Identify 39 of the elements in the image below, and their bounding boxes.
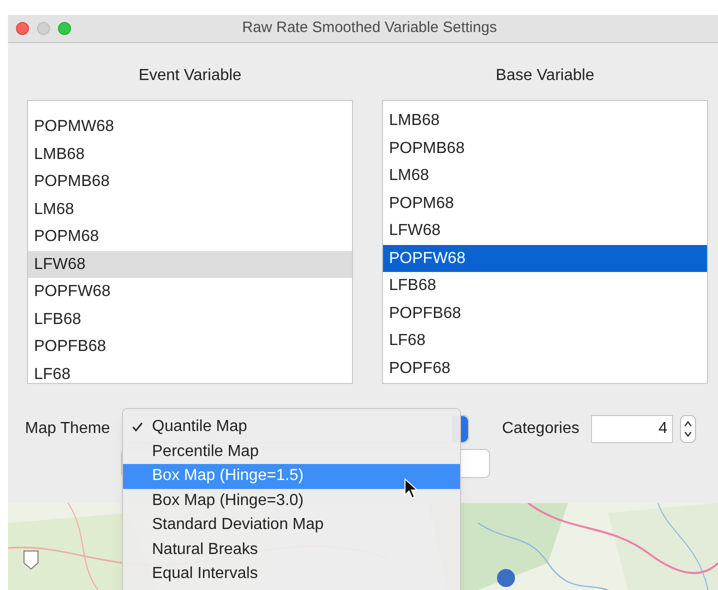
list-item[interactable]: POPMW68 — [28, 113, 352, 140]
window-title: Raw Rate Smoothed Variable Settings — [242, 18, 497, 38]
list-item[interactable]: POPFW68 — [383, 244, 707, 272]
list-item[interactable]: LM68 — [28, 196, 352, 223]
list-item[interactable]: POPFB68 — [28, 333, 352, 360]
maximize-icon[interactable] — [58, 22, 71, 35]
menu-item[interactable]: Quantile Map — [123, 415, 460, 440]
list-item[interactable]: LFB68 — [383, 272, 707, 300]
list-item[interactable]: POPF68 — [383, 354, 707, 382]
list-item[interactable]: POPFB68 — [383, 300, 707, 327]
list-item[interactable]: LFW68 — [28, 250, 352, 278]
list-item[interactable]: POPM68 — [383, 190, 707, 217]
categories-field[interactable]: 4 — [591, 415, 674, 443]
list-item[interactable]: POPFW68 — [28, 278, 352, 306]
menu-item[interactable]: Box Map (Hinge=3.0) — [123, 488, 460, 513]
stepper-icon[interactable] — [680, 415, 696, 443]
menu-item[interactable]: Percentile Map — [123, 440, 460, 464]
variable-list[interactable]: POPMW68 LMB68 POPMB68 LM68 POPM68 LFW68 POPFW68 LFB68 POPFB68 LF68 — [27, 100, 353, 384]
list-item[interactable]: LFW68 — [383, 217, 707, 244]
list-item[interactable]: POPM68 — [28, 223, 352, 250]
list-heading: Base Variable — [496, 66, 594, 86]
categories-label: Categories — [502, 419, 580, 439]
list-item[interactable]: LM68 — [383, 162, 707, 190]
cursor-icon — [404, 478, 418, 500]
menu-item[interactable]: Equal Intervals — [123, 562, 460, 586]
list-item[interactable]: POPMB68 — [383, 134, 707, 162]
checkmark-icon — [132, 422, 143, 432]
list-item[interactable]: LF68 — [383, 327, 707, 354]
menu-item[interactable]: Standard Deviation Map — [123, 513, 460, 538]
menu-item[interactable]: Natural Breaks — [123, 538, 460, 562]
map-theme-label: Map Theme — [25, 419, 112, 439]
list-item[interactable]: LF68 — [28, 360, 352, 383]
list-item[interactable]: POPMB68 — [28, 168, 352, 196]
list-item[interactable]: LFB68 — [28, 306, 352, 333]
close-icon[interactable] — [16, 22, 29, 35]
list-item[interactable]: LMB68 — [28, 140, 352, 168]
list-heading: Event Variable — [138, 66, 242, 86]
list-item[interactable]: LMB68 — [383, 107, 707, 134]
variable-list[interactable]: LMB68 POPMB68 LM68 POPM68 LFW68 POPFW68 LFB68 POPFB68 LF68 POPF68 — [382, 100, 708, 384]
